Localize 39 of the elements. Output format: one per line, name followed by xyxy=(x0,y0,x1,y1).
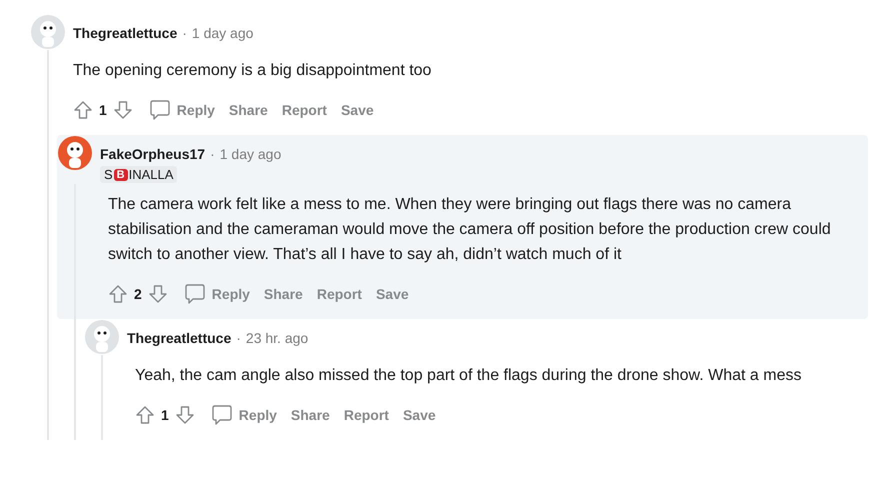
comment-text: Yeah, the cam angle also missed the top part of the flags during the drone show. What a mess xyxy=(135,366,802,386)
flair-text: S xyxy=(104,167,113,182)
reply-button[interactable]: Reply xyxy=(206,402,281,428)
action-button[interactable]: Save xyxy=(372,284,413,304)
action-button[interactable]: Share xyxy=(224,100,272,120)
upvote-icon[interactable] xyxy=(135,405,155,425)
timestamp: 1 day ago xyxy=(192,25,254,41)
action-button[interactable]: Save xyxy=(398,405,440,425)
action-button[interactable]: Report xyxy=(312,284,366,304)
reply-button[interactable]: Reply xyxy=(144,97,219,123)
username-link[interactable]: FakeOrpheus17 xyxy=(100,146,206,162)
comment-icon xyxy=(184,283,206,305)
vote-count: 2 xyxy=(134,286,142,302)
action-button[interactable]: Share xyxy=(286,405,334,425)
reply-button[interactable]: Reply xyxy=(180,281,254,307)
vote-count: 1 xyxy=(161,407,169,423)
username-link[interactable]: Thegreatlettuce xyxy=(73,25,178,41)
action-button[interactable]: Share xyxy=(260,284,307,304)
upvote-icon[interactable] xyxy=(73,100,93,120)
comment-text: The opening ceremony is a big disappointment too xyxy=(73,61,432,81)
action-button[interactable]: Report xyxy=(340,405,393,425)
timestamp: 23 hr. ago xyxy=(246,330,308,346)
vote-count: 1 xyxy=(99,102,107,118)
comment-text: The camera work felt like a mess to me. When they were bringing out flags there was no camera stabilisation and the cameraman would move the camera off position before the production crew could switch to another view. That’s all I have to say ah, didn’t watch much of it xyxy=(108,195,832,265)
downvote-icon[interactable] xyxy=(112,100,133,120)
flair-text: INALLA xyxy=(128,167,174,182)
downvote-icon[interactable] xyxy=(148,284,168,304)
comment-icon xyxy=(148,99,171,121)
action-button[interactable]: Report xyxy=(278,100,331,120)
timestamp: 1 day ago xyxy=(220,146,282,162)
separator-dot: · xyxy=(236,330,241,346)
separator-dot: · xyxy=(210,146,215,162)
comment-icon xyxy=(210,404,233,426)
username-link[interactable]: Thegreatlettuce xyxy=(127,330,232,346)
flair-emoji: B xyxy=(114,168,128,180)
action-button[interactable]: Save xyxy=(336,100,378,120)
upvote-icon[interactable] xyxy=(108,284,128,304)
downvote-icon[interactable] xyxy=(174,405,195,425)
separator-dot: · xyxy=(182,25,187,41)
